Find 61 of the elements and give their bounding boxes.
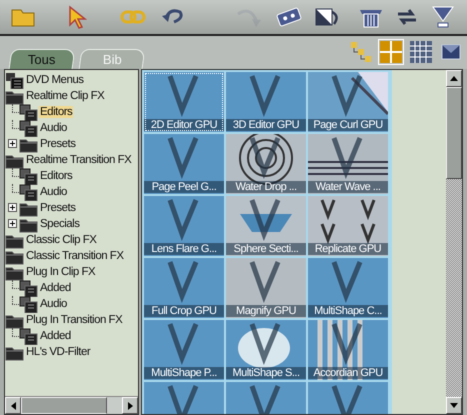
large-grid-icon [379, 40, 403, 64]
tree-item[interactable]: Classic Transition FX [5, 248, 126, 264]
tree-item[interactable]: Realtime Clip FX [5, 88, 106, 104]
tree-view-view-button[interactable] [349, 40, 373, 64]
tree-item[interactable]: Classic Clip FX [5, 232, 98, 248]
effect-tile[interactable]: 3D Editor GPU [226, 72, 306, 132]
effect-tile[interactable]: Page Curl GPU [308, 72, 388, 132]
effect-tile[interactable]: MultiShape S... [226, 320, 306, 380]
effect-tile[interactable]: Sphere Secti... [226, 196, 306, 256]
tree-item[interactable]: Presets [19, 136, 78, 152]
tree-item[interactable]: Audio [19, 296, 69, 312]
tree-view-icon [349, 40, 373, 64]
tree-item[interactable]: Presets [19, 200, 78, 216]
down-arrow-icon [450, 403, 458, 408]
effects-stack-icon [19, 168, 38, 184]
tree-item[interactable]: Audio [19, 120, 69, 136]
scroll-left-button[interactable] [5, 397, 21, 414]
tree-item[interactable]: HL's VD-Filter [5, 344, 92, 360]
effect-tile[interactable]: MultiShape C... [308, 258, 388, 318]
tree-item[interactable]: Audio [19, 184, 69, 200]
tree-item[interactable]: DVD Menus [5, 72, 86, 88]
tree-item[interactable]: Added [19, 328, 73, 344]
expand-icon[interactable] [8, 139, 17, 148]
effect-tile[interactable]: Magnify GPU [226, 258, 306, 318]
tree-item[interactable]: Added [19, 280, 73, 296]
small-grid-view-button[interactable] [409, 40, 433, 64]
funnel-icon [430, 4, 456, 30]
scroll-right-button[interactable] [122, 397, 138, 414]
effect-tile[interactable]: Water Wave ... [308, 134, 388, 194]
scroll-down-button[interactable] [446, 397, 462, 414]
effect-tile[interactable]: Lens Flare G... [144, 196, 224, 256]
expand-icon[interactable] [8, 203, 17, 212]
small-grid-icon [409, 40, 433, 64]
tab[interactable]: Tous [8, 49, 76, 69]
effects-stack-icon [19, 120, 38, 136]
effect-tile[interactable]: 2D Editor GPU [144, 72, 224, 132]
scroll-thumb[interactable] [446, 87, 462, 179]
effects-stack-icon [19, 104, 38, 120]
expand-icon[interactable] [8, 219, 17, 228]
effect-tile[interactable]: Full Crop GPU [144, 258, 224, 318]
effect-tile[interactable]: MultiShape P... [144, 320, 224, 380]
large-grid-view-button[interactable] [379, 40, 403, 64]
tree-item[interactable]: Editors [19, 168, 74, 184]
tree-item[interactable]: Specials [19, 216, 82, 232]
effect-tile[interactable]: Page Peel G... [144, 134, 224, 194]
scroll-thumb[interactable] [21, 397, 107, 414]
effects-stack-icon [19, 328, 38, 344]
effect-tile[interactable]: Replicate GPU [308, 196, 388, 256]
tree-item[interactable]: Editors [19, 104, 74, 120]
tree-item[interactable]: Plug In Transition FX [5, 312, 124, 328]
scroll-up-button[interactable] [446, 70, 462, 87]
right-arrow-icon [128, 402, 132, 410]
effect-tile[interactable]: Water Drop ... [226, 134, 306, 194]
effect-tile[interactable]: Accordian GPU [308, 320, 388, 380]
effects-stack-icon [19, 280, 38, 296]
tree-item[interactable]: Plug In Clip FX [5, 264, 98, 280]
effects-stack-icon [19, 184, 38, 200]
left-arrow-icon [10, 402, 16, 410]
tree-item[interactable]: Realtime Transition FX [5, 152, 134, 168]
up-arrow-icon [450, 76, 458, 81]
effects-stack-icon [19, 296, 38, 312]
